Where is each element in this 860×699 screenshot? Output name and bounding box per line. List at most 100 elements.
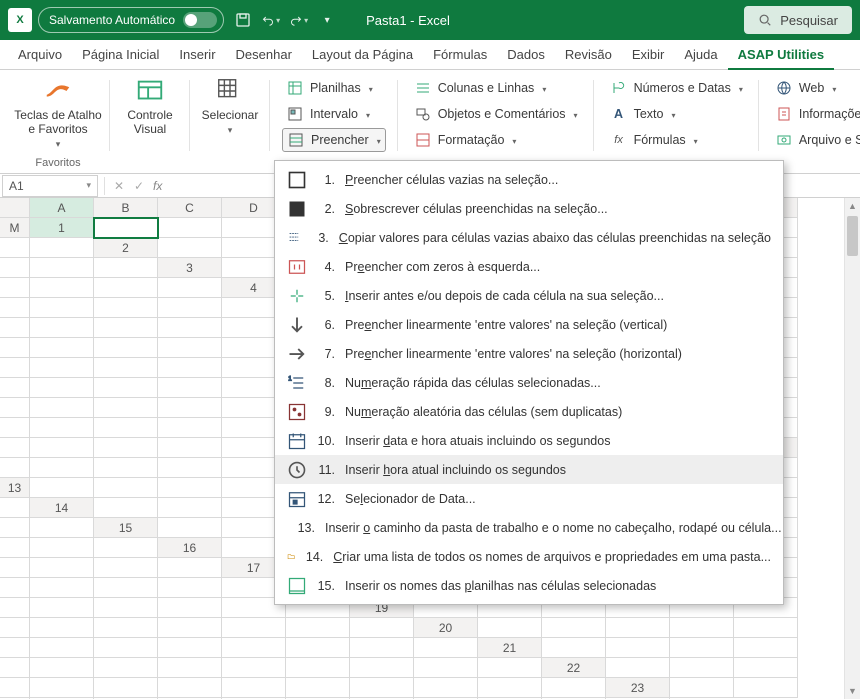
cell[interactable] [94, 318, 158, 338]
cell[interactable] [30, 398, 94, 418]
cell[interactable] [350, 618, 414, 638]
cell[interactable] [94, 278, 158, 298]
cell[interactable] [158, 678, 222, 698]
cell[interactable] [30, 678, 94, 698]
cell[interactable] [158, 278, 222, 298]
cell[interactable] [94, 258, 158, 278]
tab-desenhar[interactable]: Desenhar [226, 40, 302, 70]
cell[interactable] [286, 618, 350, 638]
menu-item[interactable]: 3.Copiar valores para células vazias aba… [275, 223, 783, 252]
colunas-linhas-button[interactable]: Colunas e Linhas [410, 76, 582, 100]
col-header[interactable]: M [0, 218, 30, 238]
scroll-up-icon[interactable]: ▲ [845, 198, 860, 214]
menu-item[interactable]: 18.Numeração rápida das células selecion… [275, 368, 783, 397]
cell[interactable] [0, 358, 30, 378]
cell[interactable] [158, 518, 222, 538]
cell[interactable] [0, 258, 30, 278]
search-box[interactable]: Pesquisar [744, 6, 852, 34]
formatacao-button[interactable]: Formatação [410, 128, 582, 152]
cell[interactable] [606, 618, 670, 638]
cell[interactable] [30, 458, 94, 478]
tab-formulas[interactable]: Fórmulas [423, 40, 497, 70]
cell[interactable] [606, 638, 670, 658]
cell[interactable] [94, 338, 158, 358]
row-header[interactable]: 13 [0, 478, 30, 498]
row-header[interactable]: 23 [606, 678, 670, 698]
row-header[interactable]: 2 [94, 238, 158, 258]
menu-item[interactable]: 11.Inserir hora atual incluindo os segun… [275, 455, 783, 484]
cell[interactable] [0, 578, 30, 598]
menu-item[interactable]: 13.Inserir o caminho da pasta de trabalh… [275, 513, 783, 542]
cell[interactable] [30, 658, 94, 678]
cell[interactable] [158, 478, 222, 498]
cell[interactable] [542, 618, 606, 638]
tab-exibir[interactable]: Exibir [622, 40, 675, 70]
save-icon[interactable] [234, 11, 252, 29]
cell[interactable] [0, 498, 30, 518]
cell[interactable] [30, 418, 94, 438]
cell[interactable] [670, 638, 734, 658]
cell[interactable] [94, 618, 158, 638]
cell[interactable] [0, 558, 30, 578]
menu-item[interactable]: 4.Preencher com zeros à esquerda... [275, 252, 783, 281]
cell[interactable] [158, 618, 222, 638]
tab-pagina-inicial[interactable]: Página Inicial [72, 40, 169, 70]
cell[interactable] [94, 498, 158, 518]
cell[interactable] [94, 538, 158, 558]
cell[interactable] [0, 438, 30, 458]
cell[interactable] [350, 658, 414, 678]
cell[interactable] [94, 378, 158, 398]
cell[interactable] [734, 618, 798, 638]
redo-icon[interactable] [290, 11, 308, 29]
objetos-comentarios-button[interactable]: Objetos e Comentários [410, 102, 582, 126]
scroll-thumb[interactable] [847, 216, 858, 256]
col-header[interactable]: B [94, 198, 158, 218]
cell[interactable] [0, 338, 30, 358]
cell[interactable] [30, 478, 94, 498]
name-box[interactable]: A1▾ [2, 175, 98, 197]
menu-item[interactable]: 7.Preencher linearmente 'entre valores' … [275, 339, 783, 368]
cell[interactable] [670, 618, 734, 638]
cell[interactable] [94, 358, 158, 378]
cell[interactable] [0, 658, 30, 678]
cell[interactable] [0, 538, 30, 558]
cell[interactable] [0, 618, 30, 638]
cell[interactable] [30, 518, 94, 538]
cell[interactable] [0, 298, 30, 318]
cell[interactable] [94, 418, 158, 438]
web-button[interactable]: Web [771, 76, 860, 100]
cell[interactable] [222, 658, 286, 678]
tab-dados[interactable]: Dados [497, 40, 555, 70]
cell[interactable] [222, 678, 286, 698]
cell[interactable] [158, 558, 222, 578]
informacoes-button[interactable]: Informações [771, 102, 860, 126]
menu-item[interactable]: 6.Preencher linearmente 'entre valores' … [275, 310, 783, 339]
cell[interactable] [606, 658, 670, 678]
cell[interactable] [0, 398, 30, 418]
cell[interactable] [30, 558, 94, 578]
cell[interactable] [414, 658, 478, 678]
cell[interactable] [158, 418, 222, 438]
cell[interactable] [414, 638, 478, 658]
cell[interactable] [158, 398, 222, 418]
cell[interactable] [30, 358, 94, 378]
tab-arquivo[interactable]: Arquivo [8, 40, 72, 70]
menu-item[interactable]: 5.Inserir antes e/ou depois de cada célu… [275, 281, 783, 310]
tab-ajuda[interactable]: Ajuda [674, 40, 727, 70]
cell[interactable] [158, 218, 222, 238]
menu-item[interactable]: 2.Sobrescrever células preenchidas na se… [275, 194, 783, 223]
cell[interactable] [350, 678, 414, 698]
cell[interactable] [158, 578, 222, 598]
cell[interactable] [30, 238, 94, 258]
cell[interactable] [158, 598, 222, 618]
cell[interactable] [94, 558, 158, 578]
row-header[interactable]: 1 [30, 218, 94, 238]
row-header[interactable]: 14 [30, 498, 94, 518]
cell[interactable] [286, 678, 350, 698]
cell[interactable] [0, 418, 30, 438]
cell[interactable] [158, 338, 222, 358]
cell[interactable] [158, 638, 222, 658]
cell[interactable] [30, 438, 94, 458]
cell[interactable] [30, 638, 94, 658]
cell[interactable] [158, 318, 222, 338]
